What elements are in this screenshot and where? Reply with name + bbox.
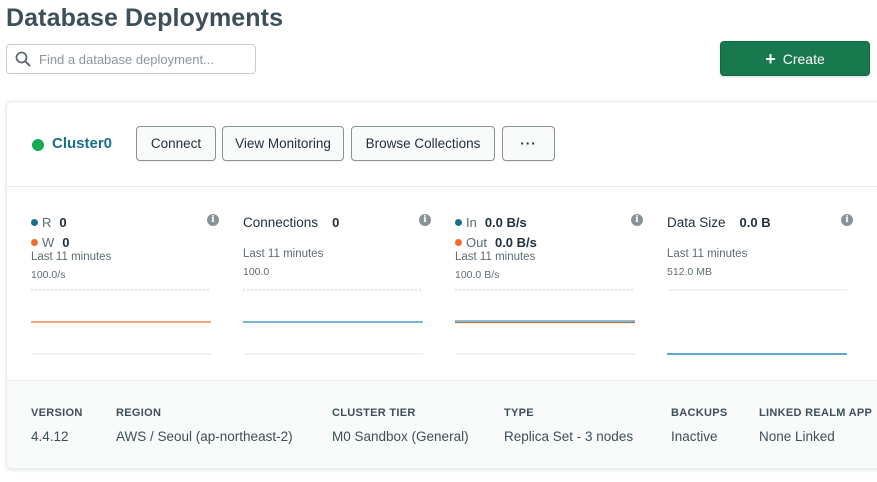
- operations-metric[interactable]: R 0 W 0 i Last 11 minutes 100.0/s: [31, 202, 221, 372]
- connect-button[interactable]: Connect: [136, 126, 216, 161]
- data-size-metric[interactable]: Data Size 0.0 B i Last 11 minutes 512.0 …: [667, 202, 857, 372]
- data-size-sparkline: [667, 289, 847, 355]
- metric-scale: 100.0/s: [31, 269, 66, 281]
- network-in-value: 0.0 B/s: [484, 214, 527, 230]
- search-input[interactable]: [39, 51, 239, 67]
- info-icon[interactable]: i: [419, 214, 431, 226]
- detail-label: REGION: [116, 407, 162, 419]
- detail-type: TYPE Replica Set - 3 nodes: [504, 407, 633, 444]
- data-size-title: Data Size: [667, 214, 726, 230]
- info-icon[interactable]: i: [631, 214, 643, 226]
- detail-label: VERSION: [31, 407, 83, 419]
- connections-title: Connections: [243, 214, 319, 230]
- network-out-value: 0.0 B/s: [494, 234, 537, 250]
- detail-backups: BACKUPS Inactive: [671, 407, 728, 444]
- network-out-series-icon: [455, 238, 462, 246]
- metric-timeframe: Last 11 minutes: [31, 251, 112, 263]
- metric-scale: 512.0 MB: [667, 266, 712, 278]
- metric-scale: 100.0: [243, 266, 270, 278]
- metric-timeframe: Last 11 minutes: [243, 248, 324, 260]
- info-icon[interactable]: i: [207, 214, 219, 226]
- connections-value: 0: [332, 214, 340, 230]
- network-sparkline: [455, 289, 635, 355]
- more-options-button[interactable]: ···: [502, 126, 555, 161]
- detail-cluster-tier: CLUSTER TIER M0 Sandbox (General): [332, 407, 469, 444]
- cluster-card-header: Cluster0 Connect View Monitoring Browse …: [7, 102, 877, 187]
- cluster-card: Cluster0 Connect View Monitoring Browse …: [6, 101, 877, 469]
- detail-version: VERSION 4.4.12: [31, 407, 83, 444]
- search-icon: [15, 51, 31, 67]
- connections-sparkline: [243, 289, 423, 355]
- operations-sparkline: [31, 289, 211, 355]
- search-field[interactable]: [6, 44, 256, 74]
- detail-value: M0 Sandbox (General): [332, 429, 469, 444]
- connections-metric[interactable]: Connections 0 i Last 11 minutes 100.0: [243, 202, 433, 372]
- detail-value: Replica Set - 3 nodes: [504, 429, 634, 444]
- detail-label: TYPE: [504, 407, 534, 419]
- detail-value: 4.4.12: [31, 429, 69, 444]
- detail-label: CLUSTER TIER: [332, 407, 416, 419]
- metric-timeframe: Last 11 minutes: [455, 251, 536, 263]
- write-label: W: [42, 234, 55, 250]
- create-button-label: Create: [782, 50, 825, 67]
- detail-value[interactable]: Inactive: [671, 429, 728, 444]
- metric-scale: 100.0 B/s: [455, 269, 500, 281]
- detail-linked-realm-app: LINKED REALM APP None Linked: [759, 407, 872, 444]
- network-in-series-icon: [455, 218, 462, 226]
- info-icon[interactable]: i: [841, 214, 853, 226]
- read-value: 0: [59, 214, 67, 230]
- detail-label: LINKED REALM APP: [759, 407, 873, 419]
- network-in-label: In: [466, 214, 477, 230]
- detail-region: REGION AWS / Seoul (ap-northeast-2): [116, 407, 293, 444]
- metric-timeframe: Last 11 minutes: [667, 248, 748, 260]
- view-monitoring-button[interactable]: View Monitoring: [222, 126, 344, 161]
- write-value: 0: [62, 234, 70, 250]
- detail-value[interactable]: None Linked: [759, 429, 872, 444]
- cluster-details: VERSION 4.4.12 REGION AWS / Seoul (ap-no…: [7, 380, 877, 468]
- read-label: R: [42, 214, 52, 230]
- plus-icon: +: [765, 48, 776, 69]
- cluster-status-icon: [32, 139, 44, 151]
- read-series-icon: [31, 218, 38, 226]
- write-series-icon: [31, 238, 38, 246]
- detail-label: BACKUPS: [671, 407, 728, 419]
- detail-value: AWS / Seoul (ap-northeast-2): [116, 429, 293, 444]
- create-button[interactable]: + Create: [720, 41, 870, 76]
- network-out-label: Out: [466, 234, 487, 250]
- page-title: Database Deployments: [6, 4, 284, 32]
- data-size-value: 0.0 B: [739, 214, 771, 230]
- browse-collections-button[interactable]: Browse Collections: [351, 126, 495, 161]
- cluster-name-link[interactable]: Cluster0: [52, 135, 112, 152]
- network-metric[interactable]: In 0.0 B/s Out 0.0 B/s i Last 11 minutes…: [455, 202, 645, 372]
